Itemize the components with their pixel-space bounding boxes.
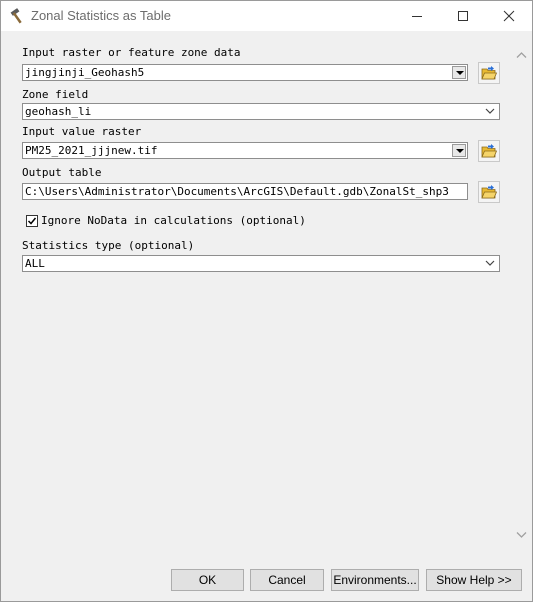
value-raster-value: PM25_2021_jjjnew.tif — [25, 144, 158, 157]
zone-data-dropdown[interactable]: jingjinji_Geohash5 — [22, 64, 468, 81]
button-bar: OK Cancel Environments... Show Help >> — [1, 561, 532, 601]
title-bar[interactable]: Zonal Statistics as Table — [1, 1, 532, 31]
hammer-icon — [9, 8, 27, 24]
checkmark-icon — [27, 217, 37, 225]
folder-open-icon — [481, 185, 497, 199]
ignore-nodata-checkbox[interactable] — [26, 215, 38, 227]
zone-data-value: jingjinji_Geohash5 — [25, 66, 145, 79]
minimize-button[interactable] — [394, 1, 440, 31]
stats-type-dropdown[interactable]: ALL — [22, 255, 500, 272]
scroll-up-icon[interactable] — [516, 51, 527, 59]
output-table-browse-button[interactable] — [478, 181, 500, 203]
zone-field-dropdown[interactable]: geohash_li — [22, 103, 500, 120]
dropdown-arrow-icon[interactable] — [452, 66, 466, 79]
close-icon — [503, 10, 515, 22]
vertical-scrollbar[interactable] — [511, 31, 532, 561]
maximize-button[interactable] — [440, 1, 486, 31]
output-table-value: C:\Users\Administrator\Documents\ArcGIS\… — [25, 185, 449, 198]
output-table-input[interactable]: C:\Users\Administrator\Documents\ArcGIS\… — [22, 183, 468, 200]
tool-dialog: Zonal Statistics as Table Input raster o… — [0, 0, 533, 602]
zone-data-browse-button[interactable] — [478, 62, 500, 84]
value-raster-label: Input value raster — [22, 125, 142, 138]
zone-field-label: Zone field — [22, 88, 89, 101]
maximize-icon — [458, 11, 468, 21]
value-raster-browse-button[interactable] — [478, 140, 500, 162]
show-help-button[interactable]: Show Help >> — [426, 569, 522, 591]
output-table-label: Output table — [22, 166, 102, 179]
ok-button[interactable]: OK — [171, 569, 244, 591]
ignore-nodata-label[interactable]: Ignore NoData in calculations (optional) — [41, 214, 306, 227]
zone-data-label: Input raster or feature zone data — [22, 46, 241, 59]
stats-type-label: Statistics type (optional) — [22, 239, 195, 252]
folder-open-icon — [481, 144, 497, 158]
chevron-down-icon — [485, 260, 495, 266]
stats-type-value: ALL — [25, 257, 45, 270]
value-raster-dropdown[interactable]: PM25_2021_jjjnew.tif — [22, 142, 468, 159]
minimize-icon — [412, 16, 422, 17]
close-button[interactable] — [486, 1, 532, 31]
chevron-down-icon — [485, 108, 495, 114]
dropdown-arrow-icon[interactable] — [452, 144, 466, 157]
window-title: Zonal Statistics as Table — [31, 8, 171, 23]
environments-button[interactable]: Environments... — [331, 569, 419, 591]
zone-field-value: geohash_li — [25, 105, 92, 118]
folder-open-icon — [481, 66, 497, 80]
cancel-button[interactable]: Cancel — [250, 569, 324, 591]
scroll-down-icon[interactable] — [516, 531, 527, 539]
parameters-panel: Input raster or feature zone data jingji… — [4, 31, 511, 561]
